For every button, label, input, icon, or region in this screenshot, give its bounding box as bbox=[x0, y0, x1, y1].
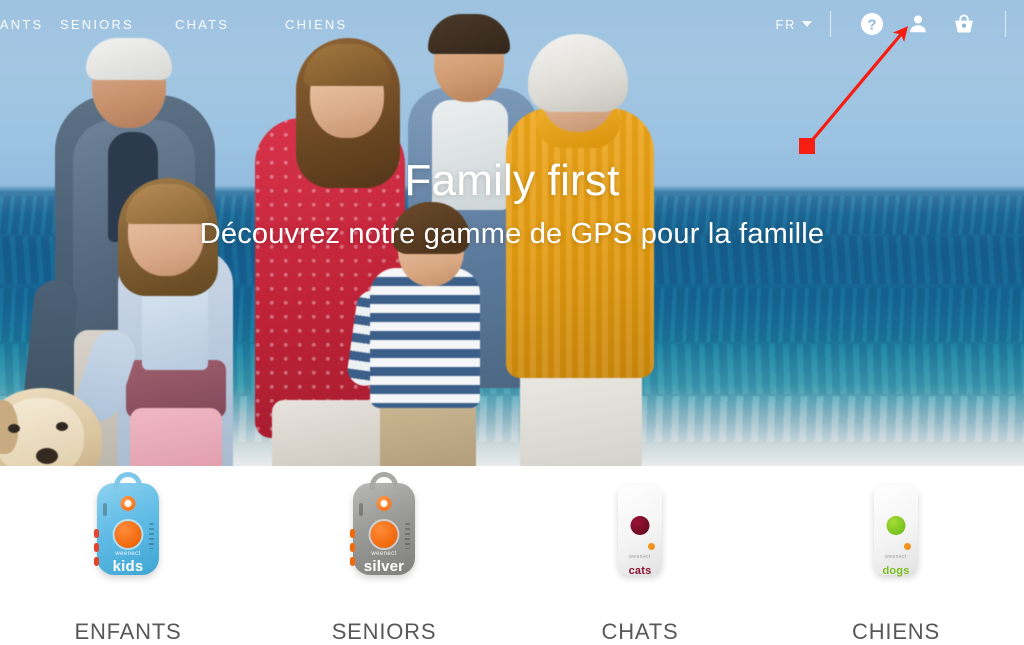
product-image-cats: weenect cats bbox=[618, 482, 662, 578]
product-label-enfants: ENFANTS bbox=[74, 619, 182, 644]
product-card-chiens[interactable]: weenect dogs CHIENS bbox=[768, 466, 1024, 645]
device-silver: weenect silver bbox=[350, 472, 415, 575]
device-logo-badge bbox=[120, 496, 136, 511]
device-slot bbox=[359, 503, 363, 516]
product-card-enfants[interactable]: weenect kids ENFANTS bbox=[0, 466, 256, 645]
device-logo-badge bbox=[376, 496, 392, 511]
device-side-button bbox=[94, 529, 99, 538]
product-label-seniors: SENIORS bbox=[331, 619, 437, 644]
product-label-chiens: CHIENS bbox=[852, 619, 940, 644]
person-girl-legs bbox=[130, 408, 222, 466]
nav-divider bbox=[830, 11, 831, 37]
page-root: Family first Découvrez notre gamme de GP… bbox=[0, 0, 1024, 645]
nav-item-chats[interactable]: CHATS bbox=[175, 17, 285, 32]
device-model-name: silver bbox=[363, 558, 405, 575]
product-card-chats[interactable]: weenect cats CHATS bbox=[512, 466, 768, 645]
device-model-name: kids bbox=[112, 558, 144, 575]
device-dogs: weenect dogs bbox=[874, 485, 918, 578]
person-boy-pants bbox=[380, 398, 476, 466]
device-brand-name: weenect bbox=[629, 554, 651, 560]
person-grandmother-sweater bbox=[506, 108, 654, 378]
primary-nav: ENFANTS SENIORS CHATS CHIENS bbox=[0, 17, 395, 32]
language-selector-label: FR bbox=[775, 16, 796, 32]
chevron-down-icon bbox=[802, 21, 812, 27]
device-sos-button bbox=[630, 516, 650, 535]
device-side-button bbox=[350, 529, 355, 538]
nav-item-chiens[interactable]: CHIENS bbox=[285, 17, 395, 32]
device-brand-name: weenect bbox=[371, 551, 397, 557]
cart-icon[interactable] bbox=[949, 9, 979, 39]
product-image-silver: weenect silver bbox=[350, 472, 415, 575]
dog-eye bbox=[8, 424, 20, 433]
help-icon[interactable]: ? bbox=[857, 9, 887, 39]
device-model-name: dogs bbox=[882, 565, 910, 577]
device-brand-name: weenect bbox=[885, 554, 907, 560]
product-category-strip: weenect kids ENFANTS weenect silver SENI… bbox=[0, 466, 1024, 645]
svg-text:?: ? bbox=[867, 16, 876, 33]
device-branding: weenect silver bbox=[353, 543, 415, 575]
utility-nav: FR ? bbox=[775, 0, 1024, 48]
device-cats: weenect cats bbox=[618, 485, 662, 578]
top-navigation-bar: ENFANTS SENIORS CHATS CHIENS FR ? bbox=[0, 0, 1024, 48]
nav-item-seniors[interactable]: SENIORS bbox=[60, 17, 175, 32]
nav-item-enfants[interactable]: ENFANTS bbox=[0, 17, 60, 32]
product-image-dogs: weenect dogs bbox=[874, 482, 918, 578]
dog-nose bbox=[36, 448, 58, 464]
hero-banner bbox=[0, 0, 1024, 466]
person-boy-shirt bbox=[370, 268, 480, 408]
device-model-name: cats bbox=[628, 565, 652, 577]
device-sos-button bbox=[886, 516, 906, 535]
device-branding: weenect cats bbox=[618, 546, 662, 578]
account-icon[interactable] bbox=[903, 9, 933, 39]
person-mother-legs bbox=[272, 400, 388, 466]
product-label-chats: CHATS bbox=[601, 619, 679, 644]
product-image-kids: weenect kids bbox=[94, 472, 159, 575]
device-loop bbox=[114, 472, 142, 490]
device-brand-name: weenect bbox=[115, 551, 141, 557]
person-father-shirt bbox=[432, 100, 508, 210]
nav-divider bbox=[1005, 11, 1006, 37]
device-branding: weenect kids bbox=[97, 543, 159, 575]
language-selector[interactable]: FR bbox=[775, 17, 812, 32]
dog-eye bbox=[56, 422, 68, 431]
product-card-seniors[interactable]: weenect silver SENIORS bbox=[256, 466, 512, 645]
device-kids: weenect kids bbox=[94, 472, 159, 575]
device-slot bbox=[103, 503, 107, 516]
device-loop bbox=[370, 472, 398, 490]
device-branding: weenect dogs bbox=[874, 546, 918, 578]
